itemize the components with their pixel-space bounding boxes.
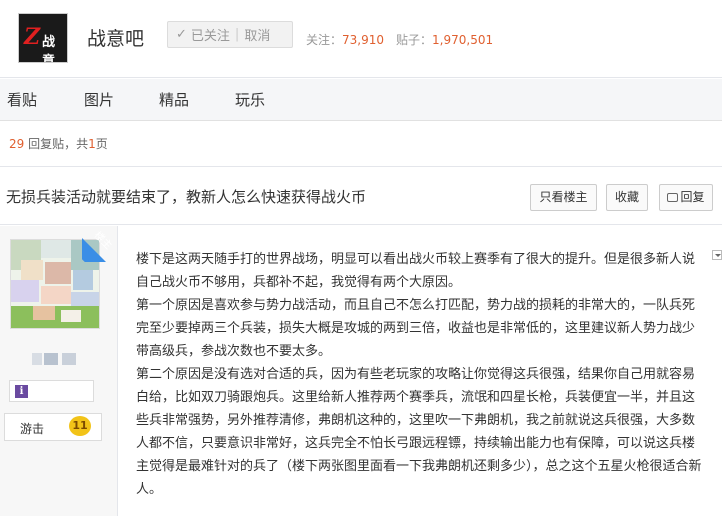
forum-header: Z 战意 战意吧 ✓ 已关注 | 取消 关注：73,910 贴子：1,970,50… [0,0,722,78]
post-paragraph: 第一个原因是喜欢参与势力战活动，而且自己不怎么打匹配，势力战的损耗的非常大的，一… [136,298,696,359]
info-icon[interactable]: i [15,385,28,398]
follow-separator: | [234,27,240,42]
forum-logo-letter: Z [24,24,41,50]
thread-title: 无损兵装活动就要结束了，教新人怎么快速获得战火币 [6,188,367,206]
username-blurred[interactable] [32,353,82,365]
post-menu-dropdown-icon[interactable] [712,250,722,260]
posts-count: 1,970,501 [432,33,494,47]
reply-button-label: 回复 [680,190,705,204]
forum-nav: 看贴 图片 精品 玩乐 [0,79,722,121]
reply-summary: 29 回复贴，共1页 [0,122,722,167]
followers-count: 73,910 [342,33,385,47]
only-op-button[interactable]: 只看楼主 [530,184,597,211]
post-paragraph: 楼下是这两天随手打的世界战场，明显可以看出战火币较上赛季有了很大的提升。但是很多… [136,252,696,290]
level-badge: 11 [69,416,91,436]
user-level-box: 游击 11 [4,413,102,441]
page-count-label: 页 [95,137,108,151]
forum-logo-text: 战意 [42,35,56,63]
forum-logo[interactable]: Z 战意 [18,13,68,63]
post-body: 楼下是这两天随手打的世界战场，明显可以看出战火币较上赛季有了很大的提升。但是很多… [136,248,702,501]
forum-name[interactable]: 战意吧 [87,24,144,51]
followers-label: 关注： [306,33,343,47]
follow-control: ✓ 已关注 | 取消 [167,21,293,48]
check-icon: ✓ [176,27,187,42]
unfollow-button[interactable]: 取消 [244,25,270,44]
tab-featured[interactable]: 精品 [159,79,189,121]
tab-pictures[interactable]: 图片 [84,79,114,121]
op-badge-label: 楼主 [91,229,114,252]
reply-icon [667,193,679,202]
level-name: 游击 [20,422,45,436]
tab-view-posts[interactable]: 看贴 [7,79,37,121]
post-paragraph: 第二个原因是没有选对合适的兵，因为有些老玩家的攻略让你觉得这兵很强，结果你自己用… [136,367,702,497]
reply-count-label: 回复贴，共 [28,137,89,151]
post-content: 楼下是这两天随手打的世界战场，明显可以看出战火币较上赛季有了很大的提升。但是很多… [118,226,722,516]
tab-fun[interactable]: 玩乐 [235,79,265,121]
author-sidebar: i 游击 11 [0,226,118,516]
followed-label: 已关注 [190,29,230,44]
posts-label: 贴子： [396,33,433,47]
op-badge: 楼主 [82,226,118,262]
favorite-button[interactable]: 收藏 [606,184,648,211]
reply-button[interactable]: 回复 [659,184,713,211]
forum-stats: 关注：73,910 贴子：1,970,501 [306,31,493,48]
reply-count: 29 [9,137,25,151]
user-info-box: i [9,380,94,402]
page-count[interactable]: 1 [88,137,96,151]
